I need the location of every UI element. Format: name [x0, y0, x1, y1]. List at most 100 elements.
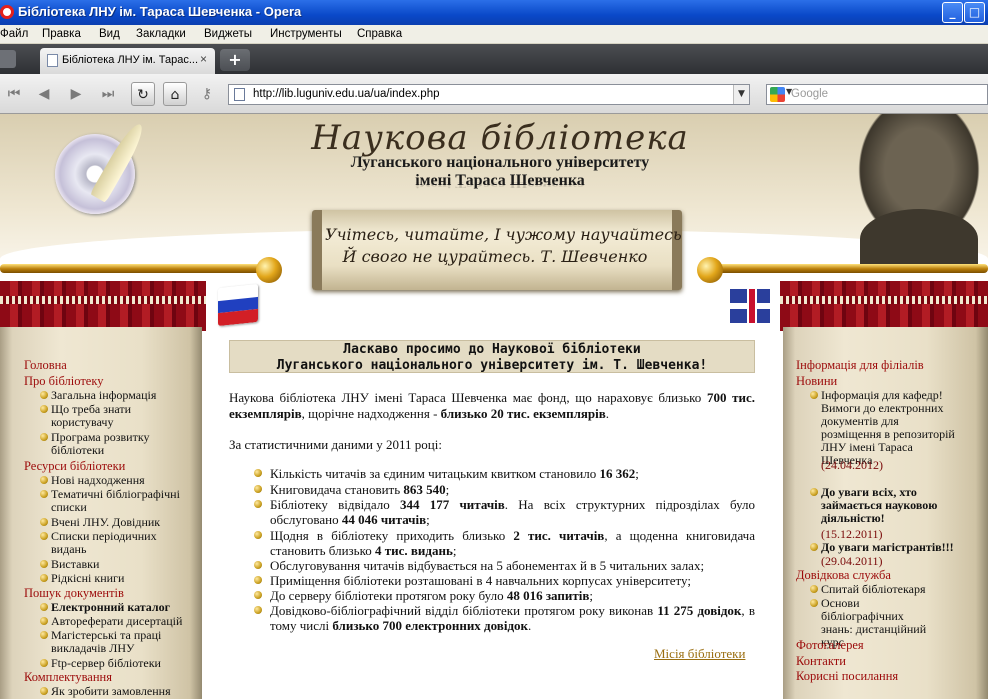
forward-button[interactable]: ▶	[64, 82, 88, 106]
nav-acquisition[interactable]: Комплектування	[24, 670, 112, 685]
bullet-icon	[254, 500, 262, 508]
nav-about[interactable]: Про бібліотеку	[24, 374, 104, 389]
bullet-icon	[810, 488, 818, 496]
nav-electronic-catalog[interactable]: Електронний каталог	[51, 601, 201, 614]
bullet-icon	[254, 561, 262, 569]
left-drape	[0, 281, 206, 331]
nav-development-program[interactable]: Програма розвитку бібліотеки	[51, 431, 171, 457]
nav-news[interactable]: Новини	[796, 374, 837, 389]
english-flag-icon[interactable]	[730, 289, 770, 323]
search-field[interactable]: ▼ Google	[766, 84, 988, 105]
nav-rare-books[interactable]: Рідкісні книги	[51, 572, 201, 585]
tab-bar: Бібліотека ЛНУ ім. Тарас... × +	[0, 44, 988, 74]
bullet-icon	[40, 560, 48, 568]
security-key-icon[interactable]: ⚷	[195, 82, 219, 106]
quote-line2: Й свого не цурайтесь. Т. Шевченко	[342, 247, 648, 266]
nav-general-info[interactable]: Загальна інформація	[51, 389, 201, 402]
home-button[interactable]: ⌂	[163, 82, 187, 106]
left-curtain-rod	[0, 264, 270, 273]
nav-bibliographic-lists[interactable]: Тематичні бібліографічні списки	[51, 488, 201, 514]
bullet-icon	[40, 391, 48, 399]
intro-paragraph: Наукова бібліотека ЛНУ імені Тараса Шевч…	[229, 390, 755, 421]
bullet-icon	[40, 687, 48, 695]
navigation-toolbar: ⏮ ◀ ▶ ⏭ ↻ ⌂ ⚷ http://lib.luguniv.edu.ua/…	[0, 74, 988, 114]
page-icon	[234, 88, 245, 101]
mission-link[interactable]: Місія бібліотеки	[654, 646, 745, 662]
fast-forward-button[interactable]: ⏭	[96, 82, 120, 106]
menu-edit[interactable]: Правка	[42, 28, 81, 40]
page-favicon-icon	[47, 54, 58, 67]
nav-dissertation-abstracts[interactable]: Автореферати дисертацій	[51, 615, 201, 628]
tab-panel-toggle[interactable]	[0, 50, 16, 68]
menu-widgets[interactable]: Виджеты	[204, 28, 252, 40]
nav-reference-service[interactable]: Довідкова служба	[796, 568, 891, 583]
bullet-icon	[254, 485, 262, 493]
russian-flag-icon[interactable]	[218, 283, 258, 327]
bullet-icon	[40, 490, 48, 498]
nav-ask-librarian[interactable]: Спитай бібліотекаря	[821, 583, 961, 596]
new-tab-button[interactable]: +	[220, 49, 250, 71]
right-rod-knob	[697, 257, 723, 283]
nav-master-theses[interactable]: Магістерські та праці викладачів ЛНУ	[51, 629, 176, 655]
window-title: Бібліотека ЛНУ ім. Тараса Шевченка - Ope…	[18, 4, 302, 19]
nav-exhibitions[interactable]: Виставки	[51, 558, 201, 571]
menu-bookmarks[interactable]: Закладки	[136, 28, 186, 40]
bullet-icon	[254, 469, 262, 477]
stat-item: Приміщення бібліотеки розташовані в 4 на…	[254, 573, 755, 588]
bullet-icon	[810, 391, 818, 399]
reload-button[interactable]: ↻	[131, 82, 155, 106]
nav-home[interactable]: Головна	[24, 358, 67, 373]
tab-active[interactable]: Бібліотека ЛНУ ім. Тарас... ×	[40, 48, 215, 74]
stat-item: Книговидача становить 863 540;	[254, 482, 755, 497]
welcome-line1: Ласкаво просимо до Наукової бібліотеки	[343, 342, 641, 357]
menu-tools[interactable]: Инструменты	[270, 28, 342, 40]
news-item-3-date: (29.04.2011)	[821, 554, 883, 568]
nav-contacts[interactable]: Контакти	[796, 654, 846, 669]
bullet-icon	[810, 543, 818, 551]
menu-help[interactable]: Справка	[357, 28, 402, 40]
nav-how-to-order[interactable]: Як зробити замовлення	[51, 685, 201, 698]
address-field[interactable]: http://lib.luguniv.edu.ua/ua/index.php ▼	[228, 84, 750, 105]
nav-user-guide[interactable]: Що треба знати користувачу	[51, 403, 166, 429]
nav-resources[interactable]: Ресурси бібліотеки	[24, 459, 125, 474]
bullet-icon	[40, 603, 48, 611]
news-item-1[interactable]: Інформація для кафедр! Вимоги до електро…	[821, 389, 961, 467]
rewind-button[interactable]: ⏮	[2, 82, 26, 106]
google-icon[interactable]	[770, 87, 785, 102]
library-title: Наукова бібліотека	[311, 118, 689, 158]
stats-intro: За статистичними даними у 2011 році:	[229, 437, 442, 452]
nav-scientists-directory[interactable]: Вчені ЛНУ. Довідник	[51, 516, 201, 529]
address-url: http://lib.luguniv.edu.ua/ua/index.php	[253, 88, 440, 100]
nav-branch-info[interactable]: Інформація для філіалів	[796, 358, 924, 373]
minimize-button[interactable]: _	[942, 2, 963, 23]
nav-photo-gallery[interactable]: Фотогалерея	[796, 638, 864, 653]
news-item-2[interactable]: До уваги всіх, хто займається науковою д…	[821, 486, 961, 525]
nav-document-search[interactable]: Пошук документів	[24, 586, 124, 601]
tab-close-button[interactable]: ×	[200, 52, 207, 66]
menu-file[interactable]: Файл	[0, 28, 28, 40]
news-item-3[interactable]: До уваги магістрантів!!!	[821, 541, 971, 554]
bullet-icon	[40, 433, 48, 441]
nav-useful-links[interactable]: Корисні посилання	[796, 669, 898, 684]
address-dropdown-button[interactable]: ▼	[733, 85, 749, 104]
stat-item: Бібліотеку відвідало 344 177 читачів. На…	[254, 497, 755, 527]
bullet-icon	[40, 518, 48, 526]
maximize-button[interactable]: □	[964, 2, 985, 23]
subtitle-reflection: імені Тараса Шевченка	[415, 180, 585, 190]
bullet-icon	[40, 405, 48, 413]
nav-new-arrivals[interactable]: Нові надходження	[51, 474, 201, 487]
bullet-icon	[254, 591, 262, 599]
bullet-icon	[40, 532, 48, 540]
stat-item: Обслуговування читачів відбувається на 5…	[254, 558, 755, 573]
nav-ftp-server[interactable]: Ftp-сервер бібліотеки	[51, 657, 201, 670]
stat-item: Кількість читачів за єдиним читацьким кв…	[254, 466, 755, 481]
back-button[interactable]: ◀	[32, 82, 56, 106]
bullet-icon	[810, 599, 818, 607]
bullet-icon	[254, 576, 262, 584]
bullet-icon	[40, 631, 48, 639]
right-drape	[780, 281, 988, 331]
menu-view[interactable]: Вид	[99, 28, 120, 40]
bullet-icon	[810, 585, 818, 593]
window-title-bar: Бібліотека ЛНУ ім. Тараса Шевченка - Ope…	[0, 0, 988, 25]
nav-periodicals[interactable]: Списки періодичних видань	[51, 530, 171, 556]
